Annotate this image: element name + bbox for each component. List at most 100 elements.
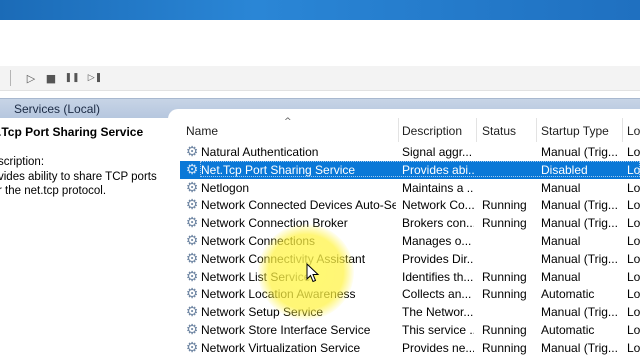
service-row[interactable]: ⚙ Network Connected Devices Auto-Se... Net…: [180, 196, 640, 214]
service-startup-type: Manual (Trig...: [541, 251, 618, 266]
restart-service-icon[interactable]: ▷❚: [86, 69, 104, 87]
service-logon: Lo: [627, 340, 640, 355]
service-description: Maintains a ...: [402, 180, 474, 195]
service-row[interactable]: ⚙ Network Connection Broker Brokers con...…: [180, 214, 640, 232]
service-name: Network Connections: [201, 234, 316, 248]
scope-header: Services (Local): [0, 98, 640, 119]
service-name: Network Store Interface Service: [201, 323, 371, 337]
list-header: ^ Name Description Status Startup Type L…: [180, 117, 640, 142]
column-divider[interactable]: [536, 118, 537, 142]
service-logon: Lo: [627, 234, 640, 248]
service-startup-type: Manual (Trig...: [541, 216, 618, 231]
service-row[interactable]: ⚙ Network Virtualization Service Provides …: [180, 339, 640, 357]
service-startup-type: Manual (Trig...: [541, 340, 618, 355]
start-service-icon[interactable]: ▷: [22, 69, 40, 87]
service-row[interactable]: ⚙ Natural Authentication Signal aggr... Man…: [180, 143, 640, 161]
service-gear-icon: ⚙: [185, 197, 199, 214]
services-list: ^ Name Description Status Startup Type L…: [180, 117, 640, 360]
service-logon: Lo: [627, 251, 640, 266]
service-description: Brokers con...: [402, 216, 474, 231]
service-logon: Lo: [627, 198, 640, 213]
service-startup-type: Manual: [541, 180, 581, 195]
service-startup-type: Manual (Trig...: [541, 198, 618, 213]
stop-service-icon[interactable]: ■: [42, 69, 60, 87]
service-row[interactable]: ⚙ Network Setup Service The Networ... Manua…: [180, 303, 640, 321]
service-gear-icon: ⚙: [185, 161, 199, 178]
service-name: Netlogon: [201, 180, 250, 195]
service-status: Running: [482, 340, 527, 355]
service-logon: Lo: [627, 305, 640, 320]
service-logon: Lo: [627, 162, 640, 177]
service-logon: Lo: [627, 145, 640, 159]
column-divider[interactable]: [476, 118, 477, 142]
toolbar: ▷ ■ ❚❚ ▷❚: [0, 66, 640, 91]
service-gear-icon: ⚙: [185, 268, 199, 285]
selected-service-title: .Tcp Port Sharing Service: [0, 125, 144, 139]
service-logon: Lo: [627, 216, 640, 231]
service-name: Network Connection Broker: [201, 216, 348, 231]
service-startup-type: Automatic: [541, 287, 595, 302]
service-row[interactable]: ⚙ Network Store Interface Service This ser…: [180, 321, 640, 339]
service-gear-icon: ⚙: [185, 339, 199, 356]
scope-title: Services (Local): [14, 102, 101, 116]
service-name: Natural Authentication: [201, 145, 319, 159]
service-startup-type: Automatic: [541, 323, 595, 337]
service-name: Network Virtualization Service: [201, 340, 361, 355]
service-logon: Lo: [627, 323, 640, 337]
service-description: Network Co...: [402, 198, 474, 213]
service-status: Running: [482, 216, 527, 231]
service-description: Provides ne...: [402, 340, 474, 355]
service-row[interactable]: ⚙ Network Connections Manages o... Manual Lo: [180, 232, 640, 250]
pause-service-icon[interactable]: ❚❚: [63, 69, 81, 87]
column-divider[interactable]: [398, 118, 399, 142]
service-gear-icon: ⚙: [185, 286, 199, 303]
service-description: Provides abi...: [402, 162, 474, 177]
service-startup-type: Manual: [541, 234, 581, 248]
service-gear-icon: ⚙: [185, 144, 199, 160]
service-row[interactable]: ⚙ Network Location Awareness Collects an..…: [180, 285, 640, 303]
description-label: scription:: [0, 156, 45, 168]
service-startup-type: Manual: [541, 269, 581, 284]
column-header-description[interactable]: Description: [402, 124, 462, 138]
column-header-logon[interactable]: Lo: [627, 124, 640, 138]
service-description: Manages o...: [402, 234, 472, 248]
service-name: Network Setup Service: [201, 305, 324, 320]
description-text: vides ability to share TCP ports r the n…: [0, 171, 157, 197]
service-status: Running: [482, 287, 527, 302]
service-name: Network Connectivity Assistant: [201, 251, 366, 266]
desktop-background: [0, 0, 640, 20]
service-startup-type: Disabled: [541, 162, 588, 177]
service-row[interactable]: ⚙ Net.Tcp Port Sharing Service Provides ab…: [180, 160, 640, 179]
service-gear-icon: ⚙: [185, 304, 199, 321]
details-pane: .Tcp Port Sharing Service scription: vid…: [0, 118, 180, 360]
service-logon: Lo: [627, 269, 640, 284]
service-description: This service ...: [402, 323, 474, 337]
services-window: ▷ ■ ❚❚ ▷❚ Services (Local) .Tcp Port Sha…: [0, 0, 640, 360]
column-header-startup-type[interactable]: Startup Type: [541, 124, 609, 138]
service-row[interactable]: ⚙ Network List Service Identifies th... Run…: [180, 268, 640, 286]
column-divider[interactable]: [622, 118, 623, 142]
service-name: Net.Tcp Port Sharing Service: [201, 162, 356, 177]
service-logon: Lo: [627, 287, 640, 302]
service-name: Network Location Awareness: [201, 287, 356, 302]
service-description: Provides Dir...: [402, 251, 474, 266]
service-gear-icon: ⚙: [185, 233, 199, 249]
service-gear-icon: ⚙: [185, 215, 199, 232]
service-status: Running: [482, 198, 527, 213]
service-description: Signal aggr...: [402, 145, 473, 159]
service-row[interactable]: ⚙ Netlogon Maintains a ... Manual Lo: [180, 179, 640, 197]
sort-ascending-icon: ^: [284, 117, 292, 127]
service-description: Identifies th...: [402, 269, 474, 284]
toolbar-separator: [10, 70, 11, 86]
service-name: Network List Service: [201, 269, 311, 284]
service-name: Network Connected Devices Auto-Se...: [201, 198, 396, 213]
service-gear-icon: ⚙: [185, 322, 199, 338]
column-header-status[interactable]: Status: [482, 124, 516, 138]
service-gear-icon: ⚙: [185, 179, 199, 196]
service-description: Collects an...: [402, 287, 472, 302]
service-row[interactable]: ⚙ Network Connectivity Assistant Provides …: [180, 250, 640, 268]
service-startup-type: Manual (Trig...: [541, 145, 618, 159]
column-header-name[interactable]: Name: [186, 124, 218, 138]
service-status: Running: [482, 269, 527, 284]
service-startup-type: Manual (Trig...: [541, 305, 618, 320]
